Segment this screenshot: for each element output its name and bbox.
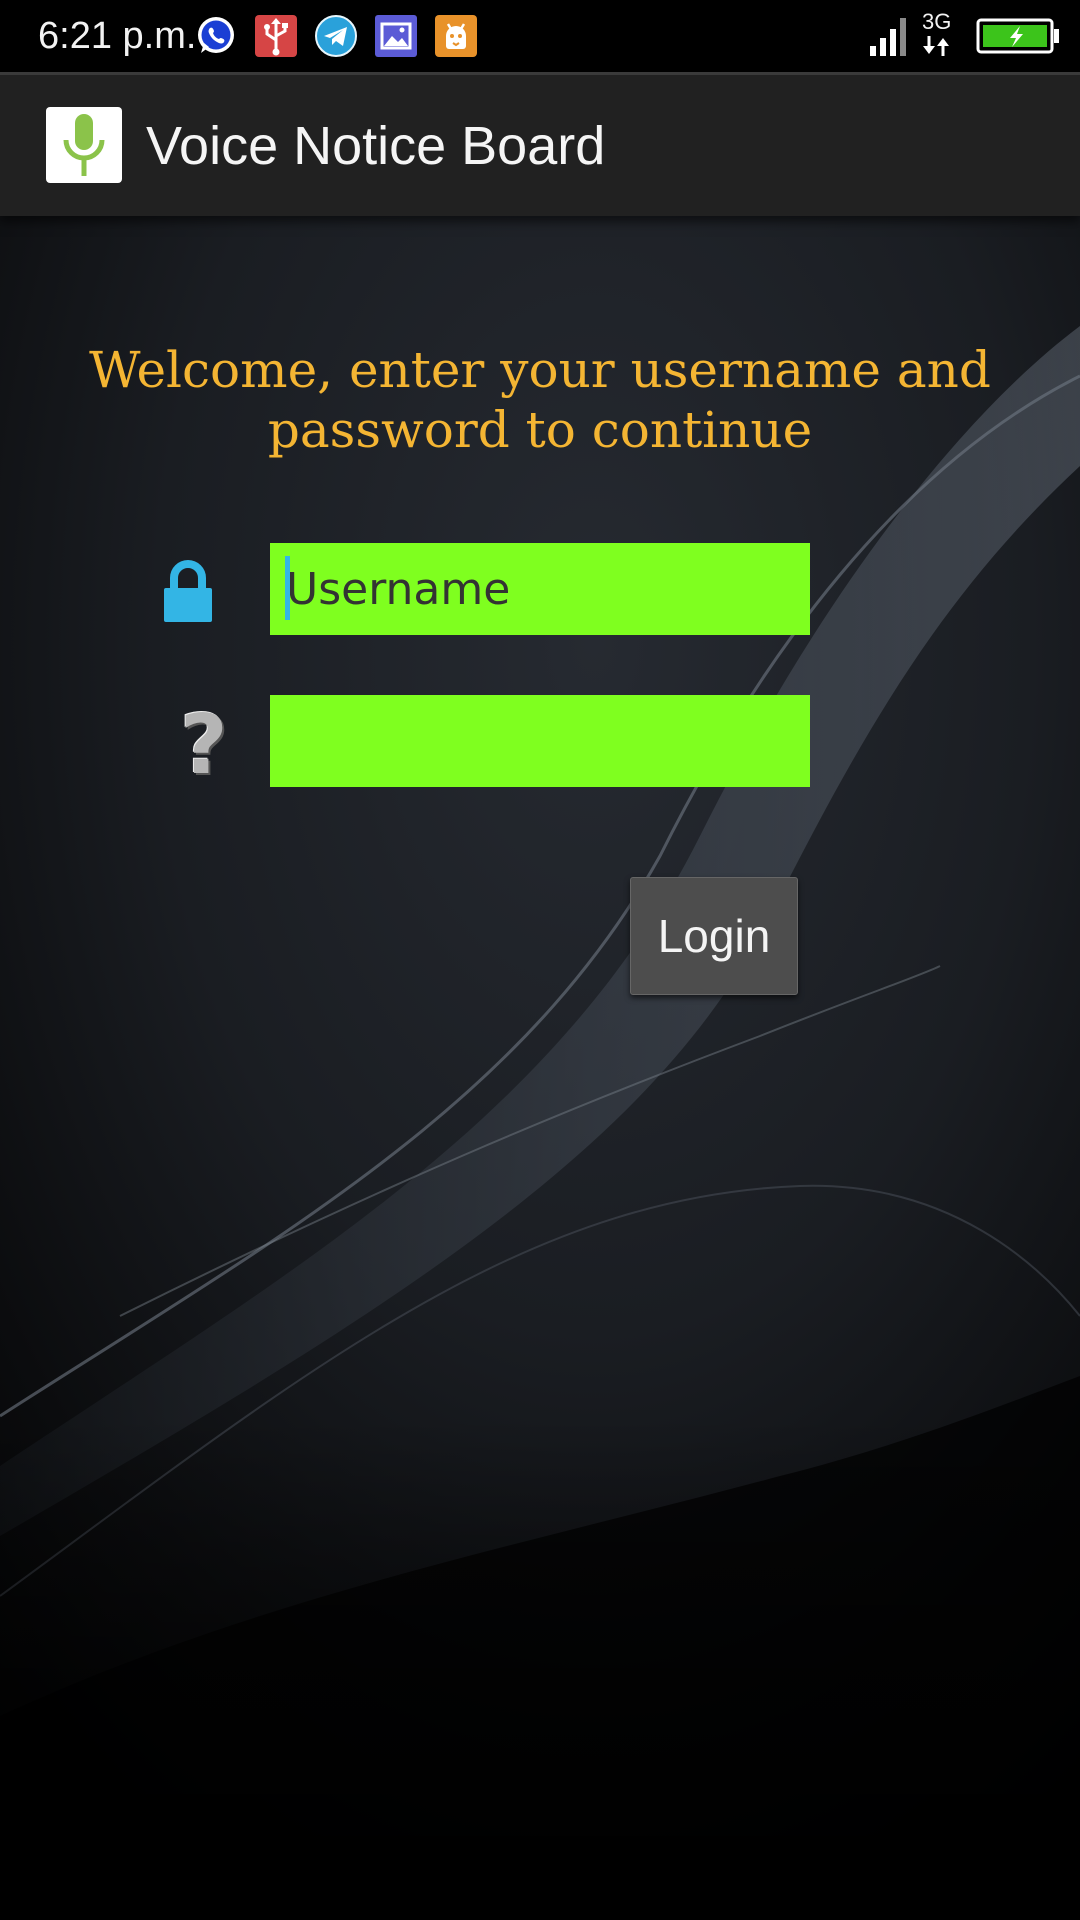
whatsapp-icon: [194, 14, 238, 58]
login-button[interactable]: Login: [630, 877, 798, 995]
status-time: 6:21 p.m.: [38, 15, 197, 57]
gallery-icon: [374, 14, 418, 58]
username-field[interactable]: [270, 543, 810, 635]
login-content: Welcome, enter your username and passwor…: [0, 216, 1080, 1920]
text-cursor: [285, 556, 290, 620]
usb-icon: [254, 14, 298, 58]
network-type-label: 3G: [922, 9, 952, 34]
lock-icon: [164, 560, 212, 622]
question-mark-icon: ?: [180, 698, 228, 793]
app-title: Voice Notice Board: [146, 116, 606, 176]
status-bar: 6:21 p.m. 3G: [0, 0, 1080, 72]
battery-charging-icon: [976, 18, 1059, 54]
data-arrows-icon: [923, 36, 949, 56]
microphone-icon: [46, 107, 122, 183]
signal-icon: [870, 18, 906, 56]
password-field[interactable]: [270, 695, 810, 787]
telegram-icon: [314, 14, 358, 58]
screen: 6:21 p.m. 3G Voice Notice Board Welcome,…: [0, 0, 1080, 1920]
android-icon: [434, 14, 478, 58]
action-bar: Voice Notice Board: [0, 72, 1080, 216]
welcome-message: Welcome, enter your username and passwor…: [89, 341, 991, 459]
wallpaper-background: [0, 216, 1080, 1920]
